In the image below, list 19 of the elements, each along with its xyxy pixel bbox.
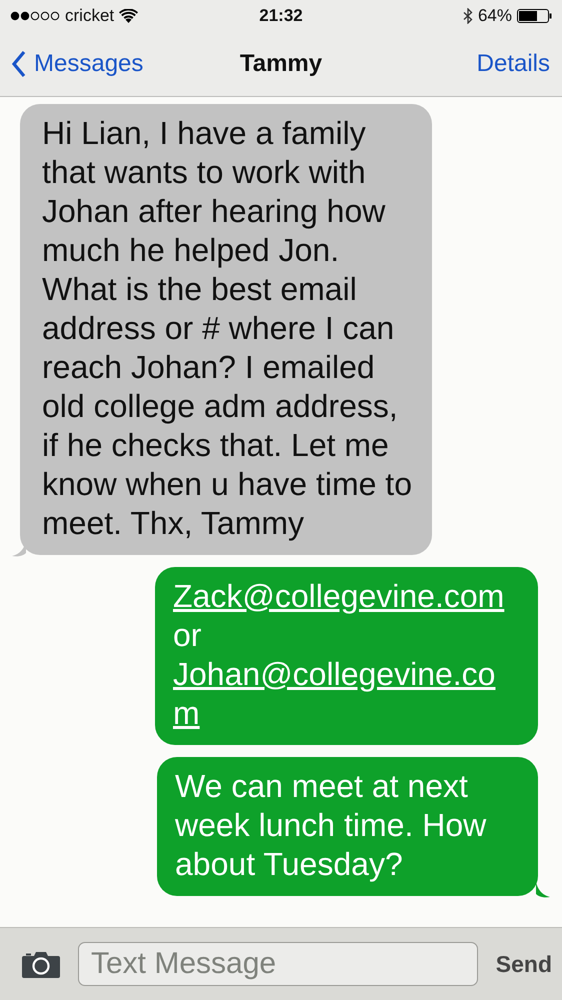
back-button[interactable]: Messages bbox=[12, 50, 144, 78]
signal-icon bbox=[10, 11, 60, 21]
conversation-title: Tammy bbox=[238, 50, 324, 78]
message-input-field[interactable]: Text Message bbox=[78, 942, 478, 986]
clock-time: 21:32 bbox=[259, 6, 303, 26]
battery-icon bbox=[516, 9, 552, 23]
message-text: or bbox=[173, 616, 202, 655]
bluetooth-icon bbox=[462, 8, 473, 24]
carrier-name: cricket bbox=[65, 6, 114, 26]
wifi-icon bbox=[119, 9, 138, 23]
chevron-left-icon bbox=[12, 50, 26, 78]
email-link[interactable]: Johan@collegevine.com bbox=[173, 655, 520, 733]
details-button[interactable]: Details bbox=[476, 50, 550, 78]
message-text: We can meet at next week lunch time. How about Tuesday? bbox=[175, 767, 488, 884]
email-link[interactable]: Zack@collegevine.com bbox=[173, 577, 520, 616]
battery-percent: 64% bbox=[478, 6, 512, 26]
message-text: Hi Lian, I have a family that wants to work with Johan after hearing how much he helped Jon. What is the best email address or # where I can reach Johan? I emailed old college adm address, if he checks that. Let me know when u have time to meet. Thx, Tammy bbox=[42, 114, 413, 543]
camera-icon[interactable] bbox=[22, 950, 60, 978]
send-button[interactable]: Send bbox=[496, 950, 552, 978]
